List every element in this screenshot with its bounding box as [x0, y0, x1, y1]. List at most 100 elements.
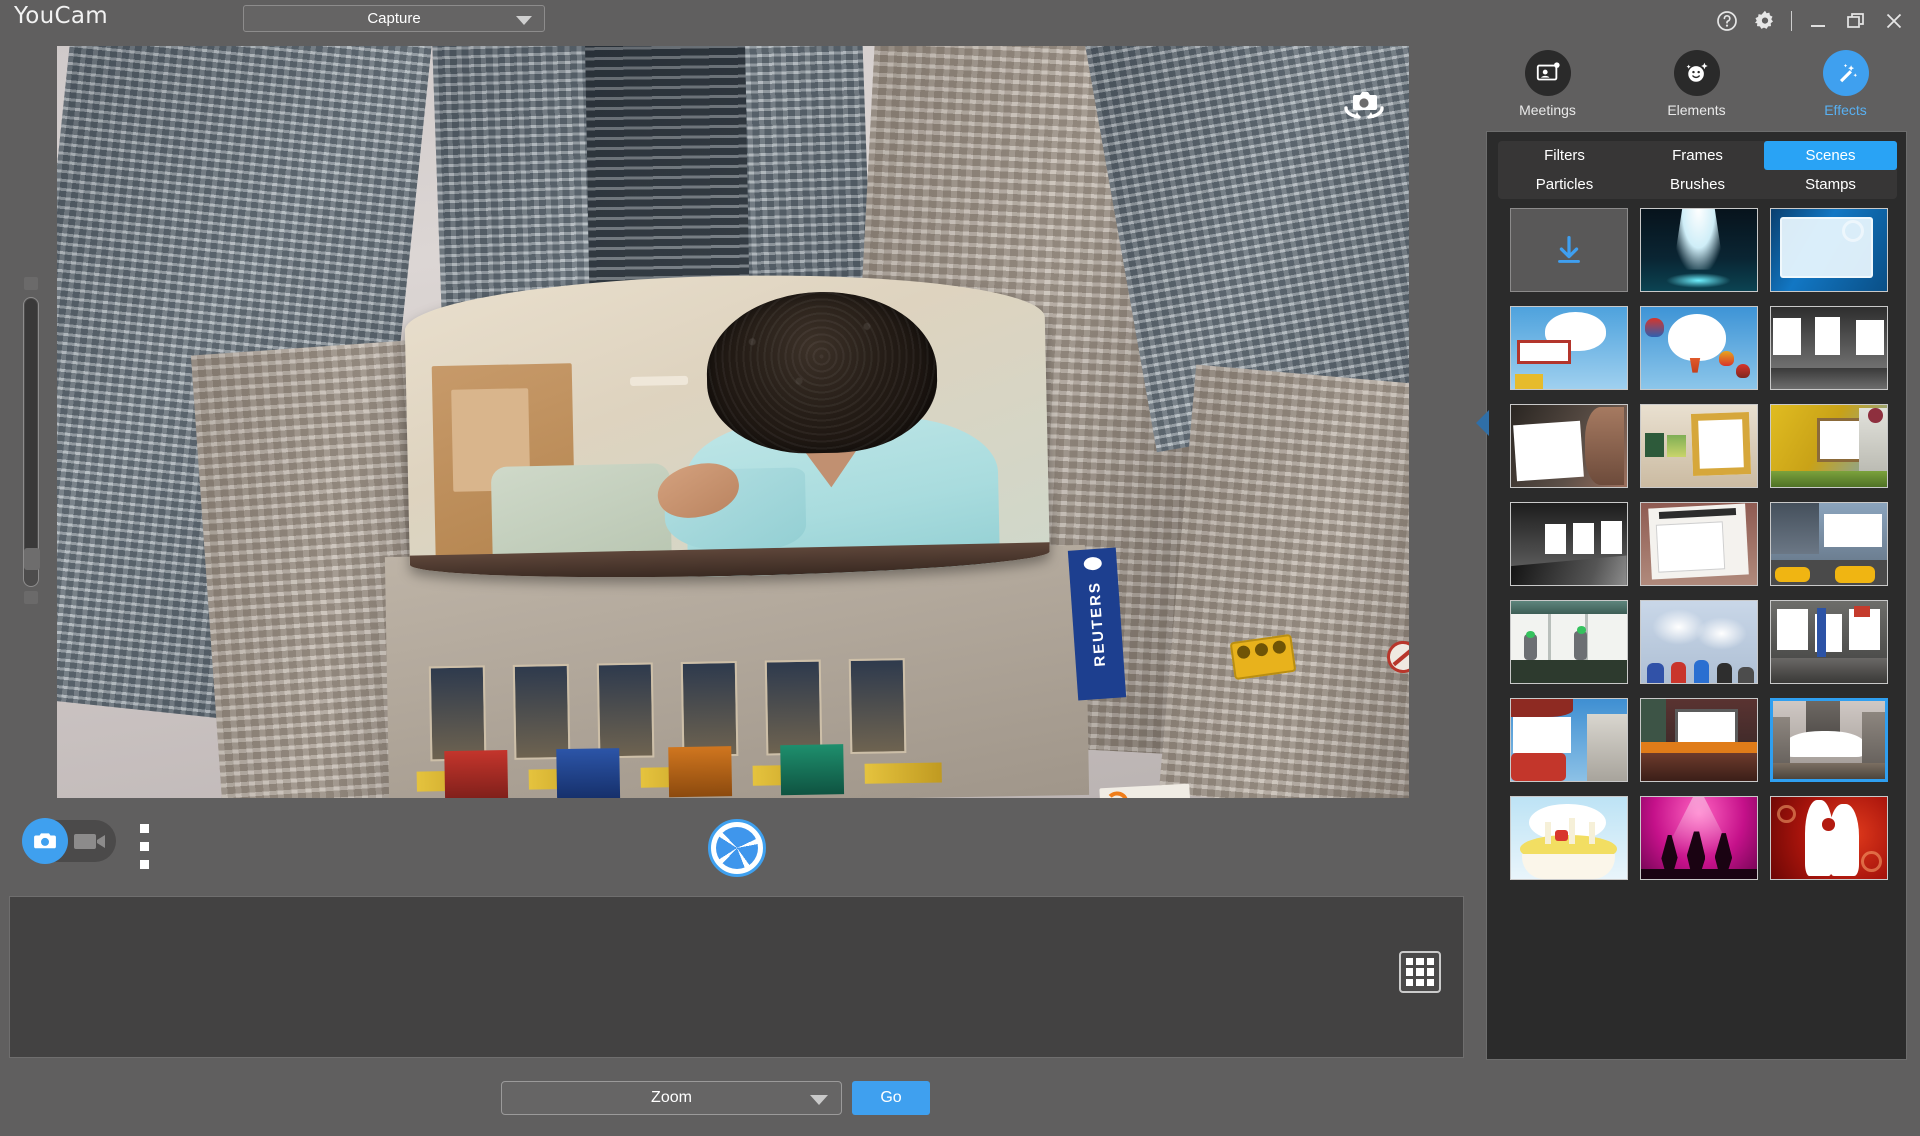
flip-camera-icon[interactable]: [1341, 86, 1387, 126]
thumb-hot-air-balloon[interactable]: [1640, 306, 1758, 390]
scene-thumbnail-grid: [1499, 208, 1898, 880]
thumb-stage-spotlight[interactable]: [1640, 208, 1758, 292]
help-icon[interactable]: [1715, 9, 1739, 33]
slider-knob[interactable]: [24, 548, 40, 570]
reuters-sign-text: REUTERS: [1086, 581, 1109, 668]
capture-mode-toggle[interactable]: [24, 820, 116, 862]
shop-window: [765, 660, 823, 756]
restore-icon[interactable]: [1844, 9, 1868, 33]
grid-cell: [1416, 968, 1423, 975]
preview-zoom-slider[interactable]: [23, 297, 39, 587]
shop-window: [849, 658, 907, 754]
subtab-frames[interactable]: Frames: [1631, 141, 1764, 170]
dot: [140, 842, 149, 851]
chevron-down-icon: [810, 1095, 828, 1105]
street-poster: [780, 744, 844, 795]
minimize-icon[interactable]: [1806, 9, 1830, 33]
zoom-dropdown[interactable]: Zoom: [501, 1081, 842, 1115]
tab-effects-label: Effects: [1782, 102, 1910, 118]
subtab-scenes[interactable]: Scenes: [1764, 141, 1897, 170]
thumb-subway-platform-screens[interactable]: [1510, 502, 1628, 586]
thumb-lobby-screens-bw[interactable]: [1770, 306, 1888, 390]
thumb-download-more[interactable]: [1510, 208, 1628, 292]
window-controls: [1715, 8, 1906, 34]
elements-icon: [1674, 50, 1720, 96]
building-far-right-lower: [1159, 365, 1409, 798]
app-logo: YouCam: [14, 3, 108, 29]
camera-preview[interactable]: REUTERS: [57, 46, 1409, 798]
thumb-auditorium-projector[interactable]: [1640, 698, 1758, 782]
grid-cell: [1427, 958, 1434, 965]
subtab-stamps[interactable]: Stamps: [1764, 170, 1897, 199]
traffic-lamp: [1272, 640, 1287, 655]
dot: [140, 824, 149, 833]
street-poster: [444, 750, 508, 798]
thumb-london-bus-billboard[interactable]: [1510, 698, 1628, 782]
grid-cell: [1427, 968, 1434, 975]
shop-window: [513, 664, 571, 760]
thumb-gallery-gold-frame[interactable]: [1640, 404, 1758, 488]
shop-window: [681, 661, 739, 757]
gear-icon[interactable]: [1753, 9, 1777, 33]
divider: [1791, 11, 1792, 31]
camera-icon[interactable]: [22, 818, 68, 864]
tab-meetings-label: Meetings: [1484, 102, 1612, 118]
thumb-daily-news-newspaper[interactable]: [1640, 502, 1758, 586]
thumb-window-cleaners[interactable]: [1510, 600, 1628, 684]
grid-view-icon[interactable]: [1399, 951, 1441, 993]
main-area: YouCam Capture: [0, 0, 1473, 1136]
collapse-panel-icon[interactable]: [1476, 410, 1489, 436]
go-button[interactable]: Go: [852, 1081, 930, 1115]
shutter-button[interactable]: [708, 819, 766, 877]
zoom-slider-top-cap: [24, 277, 38, 290]
youcam-window: YouCam Capture: [0, 0, 1920, 1136]
thumb-autumn-painter-canvas[interactable]: [1770, 404, 1888, 488]
meetings-icon: [1525, 50, 1571, 96]
building-spire: [584, 46, 749, 307]
magic-wand-icon: [1823, 50, 1869, 96]
thumb-man-holding-paper[interactable]: [1510, 404, 1628, 488]
preview-area: REUTERS: [0, 35, 1473, 800]
grid-cell: [1406, 968, 1413, 975]
capture-mode-dropdown[interactable]: Capture: [243, 5, 545, 32]
shutter-aperture-icon: [716, 827, 758, 869]
tab-meetings[interactable]: Meetings: [1484, 50, 1612, 118]
tab-elements[interactable]: Elements: [1633, 50, 1761, 118]
billboard-sofa: [491, 463, 672, 563]
more-vertical-icon[interactable]: [138, 824, 152, 870]
capture-gallery-strip[interactable]: [9, 896, 1464, 1058]
thumb-construction-screens[interactable]: [1770, 600, 1888, 684]
dot: [140, 860, 149, 869]
close-icon[interactable]: [1882, 9, 1906, 33]
reuters-logo-dot: [1083, 557, 1102, 571]
grid-cell: [1406, 958, 1413, 965]
thumb-city-taxi-billboard[interactable]: [1770, 502, 1888, 586]
grid-cell: [1416, 979, 1423, 986]
thumb-red-romance-couple[interactable]: [1770, 796, 1888, 880]
capture-mode-value: Capture: [244, 10, 544, 27]
category-tabs: Meetings Elements: [1473, 50, 1920, 128]
tab-elements-label: Elements: [1633, 102, 1761, 118]
subtab-particles[interactable]: Particles: [1498, 170, 1631, 199]
street-poster: [556, 748, 620, 798]
thumb-billboard-sky[interactable]: [1510, 306, 1628, 390]
grid-cell: [1427, 979, 1434, 986]
subtab-filters[interactable]: Filters: [1498, 141, 1631, 170]
thumb-tech-hud-screen[interactable]: [1770, 208, 1888, 292]
effects-panel: Filters Frames Scenes Particles Brushes …: [1486, 131, 1907, 1060]
person-subject: [660, 282, 1037, 578]
traffic-lamp: [1254, 642, 1269, 657]
thumb-pink-party-dancers[interactable]: [1640, 796, 1758, 880]
chevron-down-icon: [516, 16, 532, 25]
right-panel: Meetings Elements: [1473, 0, 1920, 1136]
grid-cell: [1406, 979, 1413, 986]
thumb-times-square-tower[interactable]: [1770, 698, 1888, 782]
thumb-press-microphones-sky[interactable]: [1640, 600, 1758, 684]
subtab-brushes[interactable]: Brushes: [1631, 170, 1764, 199]
thumb-birthday-cake[interactable]: [1510, 796, 1628, 880]
shop-window: [429, 665, 487, 761]
marquee-light: [865, 762, 942, 783]
citi-arc-icon: [1106, 791, 1129, 798]
video-camera-icon[interactable]: [74, 832, 106, 851]
tab-effects[interactable]: Effects: [1782, 50, 1910, 118]
